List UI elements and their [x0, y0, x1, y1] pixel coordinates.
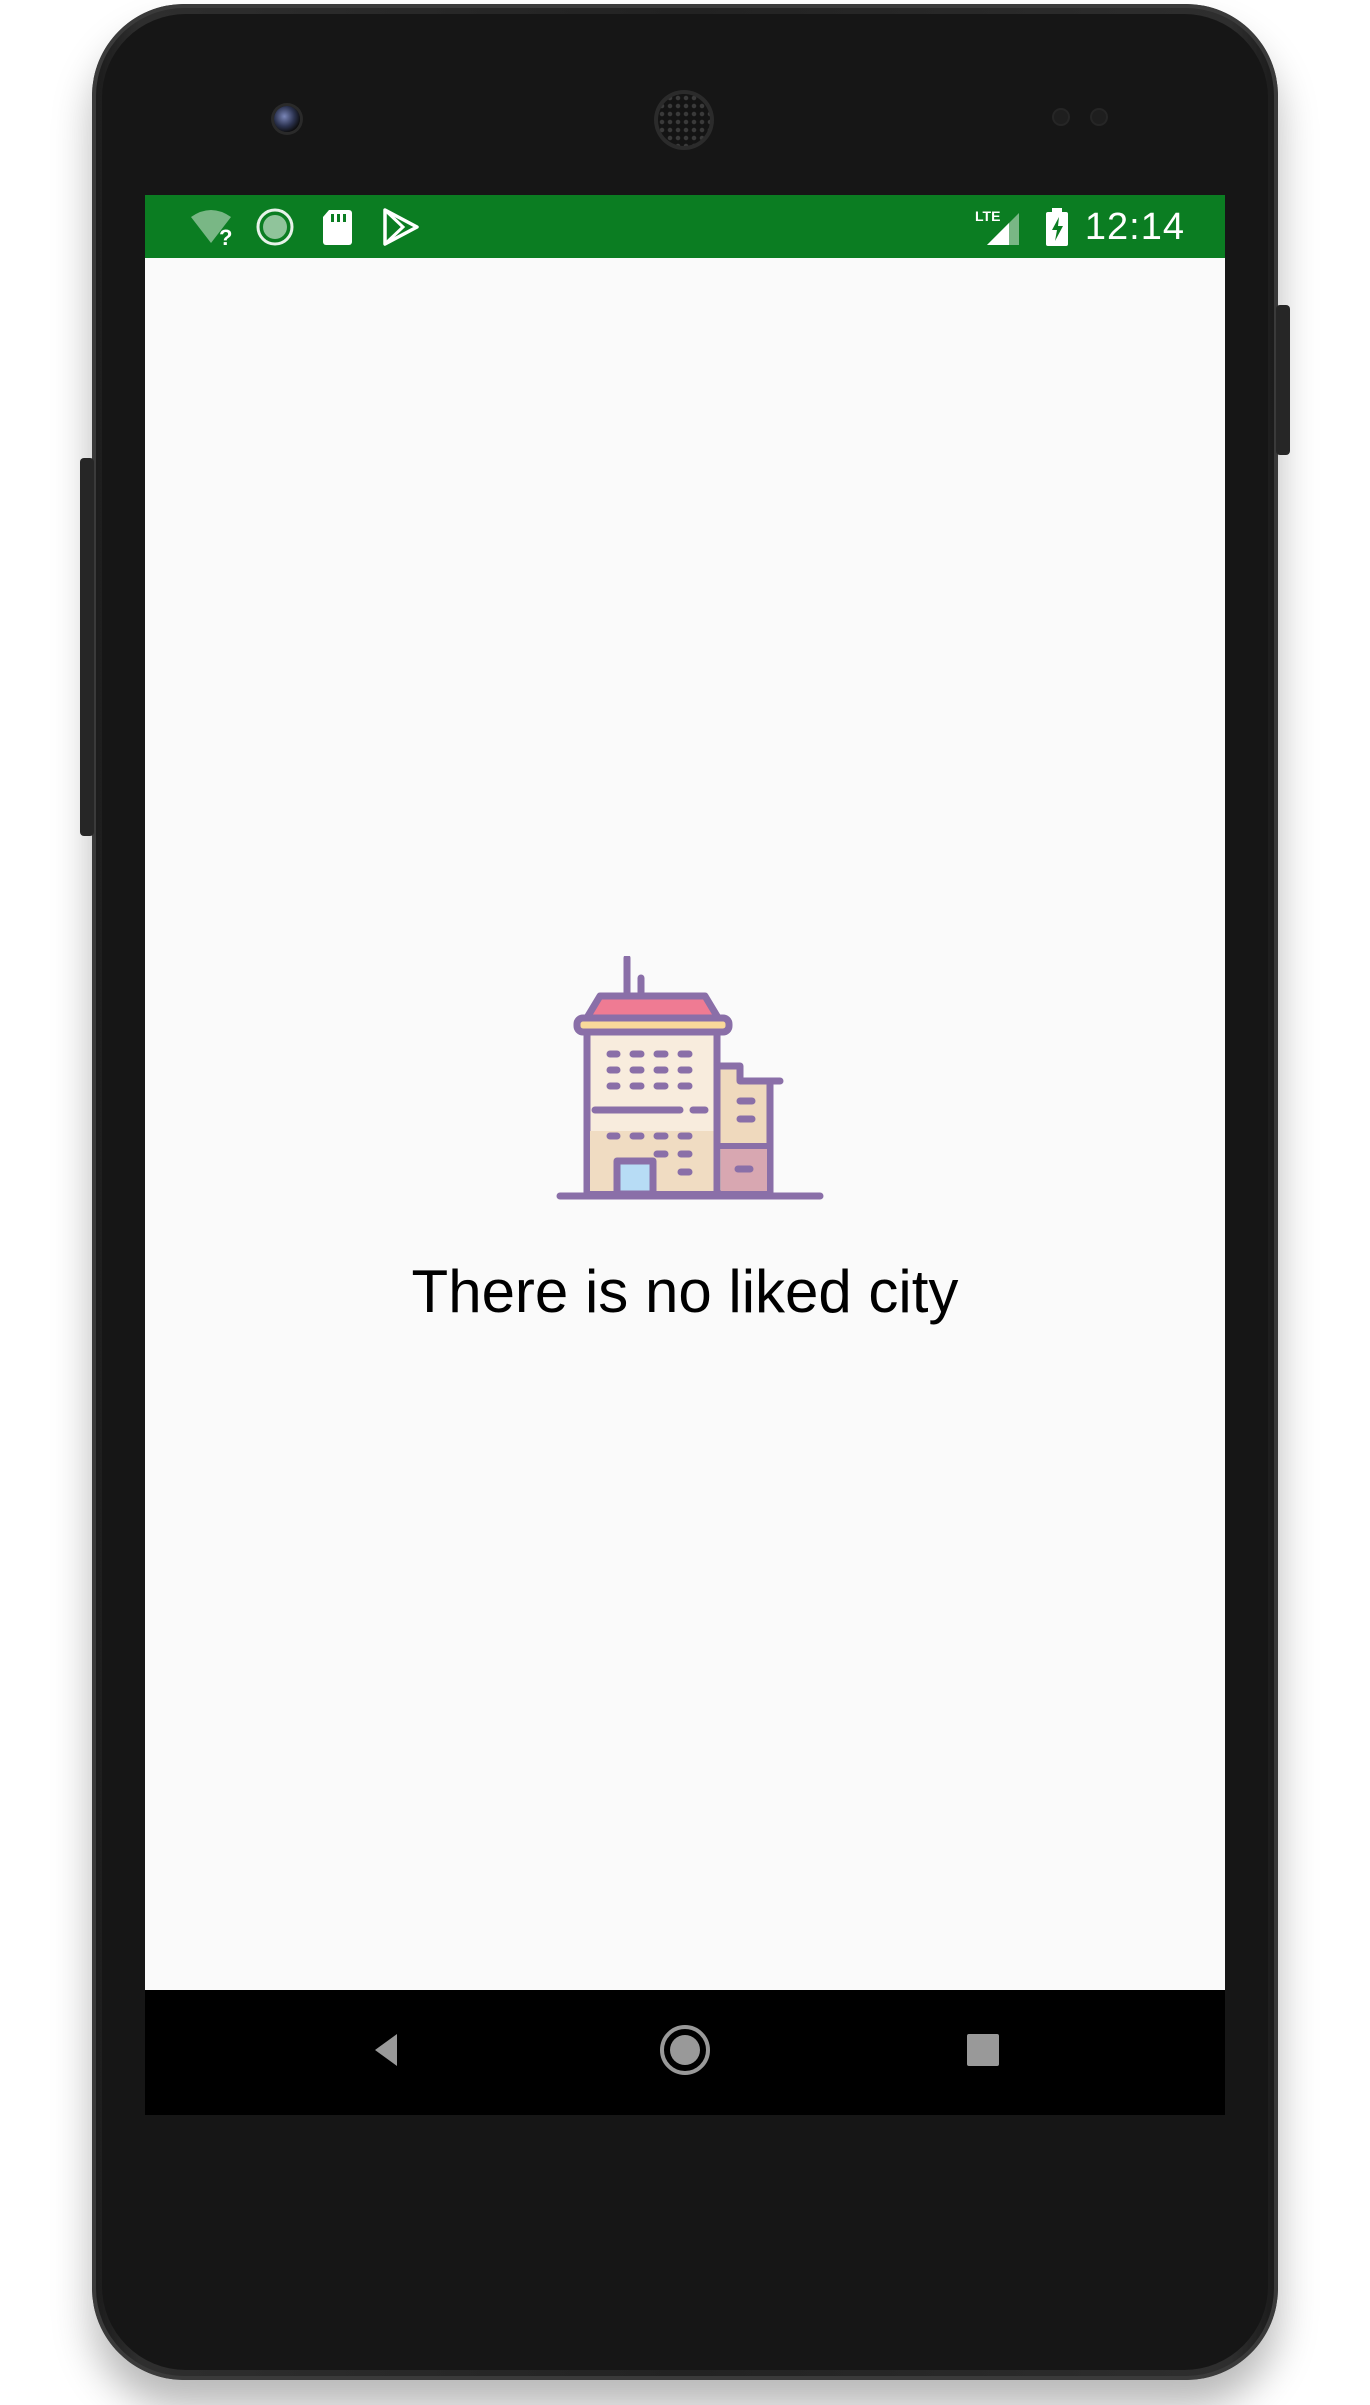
recents-icon	[965, 2032, 1001, 2073]
power-button	[1276, 305, 1290, 455]
back-button[interactable]	[347, 2012, 427, 2092]
lte-signal-icon: LTE	[975, 207, 1025, 247]
empty-state-message: There is no liked city	[411, 1258, 959, 1325]
home-icon	[658, 2023, 712, 2082]
play-store-icon	[381, 207, 421, 247]
liked-cities-list: There is no liked city	[145, 258, 1225, 1990]
navigation-bar	[145, 1990, 1225, 2115]
front-camera	[274, 106, 300, 132]
volume-button	[80, 458, 94, 836]
status-bar: ? LTE 12:14	[145, 195, 1225, 258]
sd-card-icon	[320, 207, 354, 247]
home-button[interactable]	[645, 2012, 725, 2092]
building-icon	[555, 954, 825, 1206]
recents-button[interactable]	[943, 2012, 1023, 2092]
status-time: 12:14	[1084, 206, 1185, 248]
back-icon	[367, 2030, 407, 2075]
app-screen: ? LTE 12:14 There is no liked city	[145, 195, 1225, 2115]
lte-label: LTE	[975, 208, 1000, 224]
battery-charging-icon	[1043, 207, 1071, 247]
light-sensor	[1092, 110, 1106, 124]
wifi-unknown-icon: ?	[189, 207, 237, 250]
earpiece-speaker	[658, 94, 710, 146]
sync-progress-icon	[255, 207, 297, 247]
proximity-sensor	[1054, 110, 1068, 124]
svg-text:?: ?	[219, 225, 232, 247]
